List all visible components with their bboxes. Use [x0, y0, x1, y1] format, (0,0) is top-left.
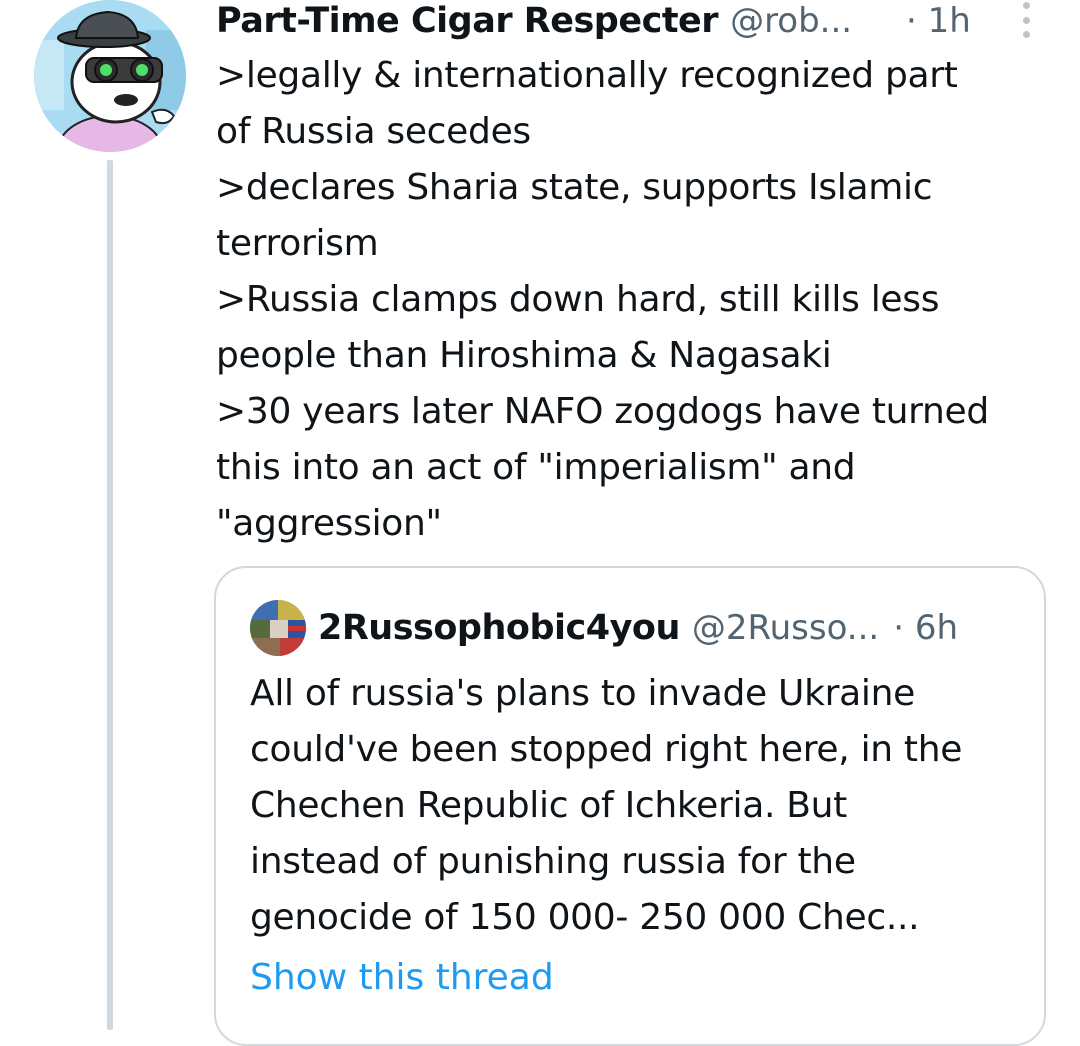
- author-avatar[interactable]: [34, 0, 186, 152]
- vertical-ellipsis-icon[interactable]: [1016, 2, 1036, 38]
- author-display-name[interactable]: Part-Time Cigar Respecter: [216, 1, 719, 41]
- quoted-author-avatar[interactable]: [250, 600, 306, 656]
- quoted-author-handle[interactable]: @2Russo...: [692, 608, 879, 648]
- thread-connector-line: [107, 160, 113, 1030]
- tweet-header: Part-Time Cigar Respecter @rob... · 1h: [216, 0, 1080, 42]
- show-thread-link[interactable]: Show this thread: [250, 950, 554, 1006]
- cartoon-dog-avatar-icon: [34, 0, 186, 152]
- tweet-timestamp[interactable]: · 1h: [906, 1, 971, 41]
- flag-collage-avatar-icon: [250, 600, 306, 656]
- author-handle[interactable]: @rob...: [730, 1, 852, 41]
- quoted-tweet-timestamp[interactable]: · 6h: [893, 608, 958, 648]
- tweet-text: >legally & internationally recognized pa…: [216, 55, 989, 544]
- quoted-tweet-card[interactable]: 2Russophobic4you @2Russo... · 6h All of …: [214, 566, 1046, 1046]
- quoted-author-display-name[interactable]: 2Russophobic4you: [318, 608, 680, 648]
- quoted-tweet-header: 2Russophobic4you @2Russo... · 6h: [250, 600, 1024, 656]
- quoted-tweet-text: All of russia's plans to invade Ukraine …: [250, 673, 963, 938]
